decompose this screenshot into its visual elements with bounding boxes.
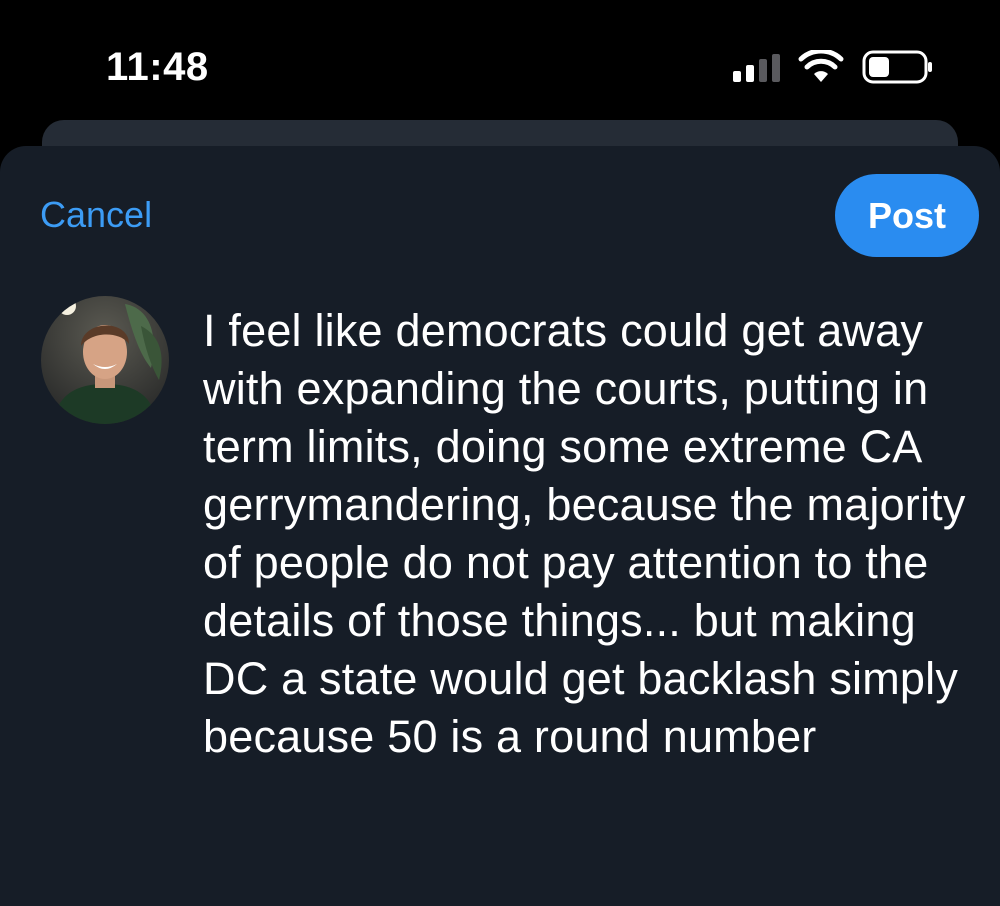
post-text-editor[interactable]: I feel like democrats could get away wit…: [203, 302, 973, 766]
user-avatar[interactable]: [41, 296, 169, 424]
wifi-icon: [798, 50, 844, 82]
status-time: 11:48: [106, 45, 209, 89]
cellular-signal-icon: [733, 54, 780, 82]
battery-icon: [862, 50, 932, 84]
post-button[interactable]: Post: [835, 174, 979, 257]
status-bar: 11:48: [0, 0, 1000, 130]
avatar-image: [41, 296, 169, 424]
cancel-button[interactable]: Cancel: [40, 193, 152, 237]
